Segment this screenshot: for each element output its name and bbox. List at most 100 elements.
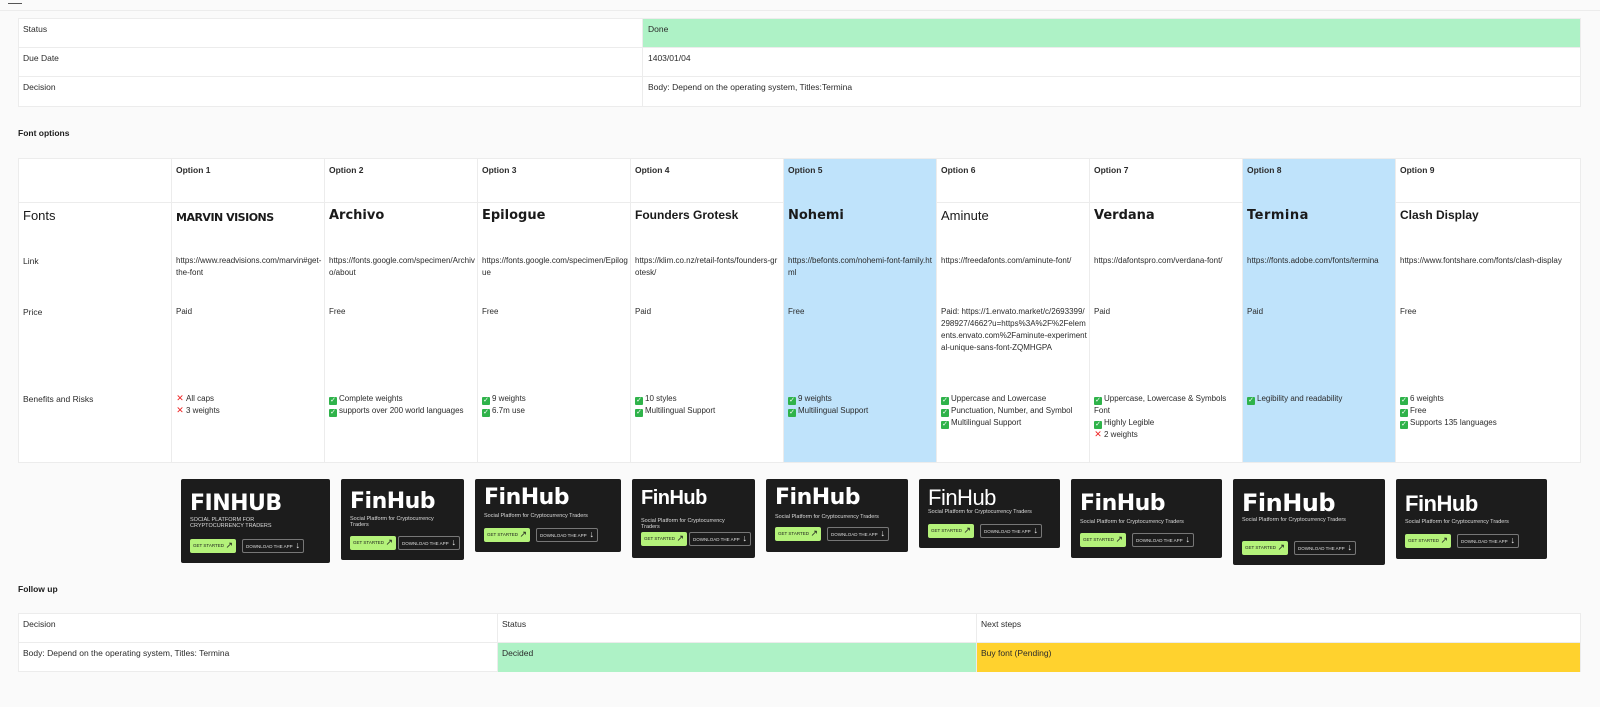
benefit-text: 3 weights bbox=[186, 406, 220, 415]
preview-logo: FinHub bbox=[484, 485, 570, 510]
preview-subtitle: Social Platform for Cryptocurrency Trade… bbox=[1405, 519, 1509, 525]
font-link[interactable]: https://klim.co.nz/retail-fonts/founders… bbox=[635, 255, 781, 279]
font-link[interactable]: https://fonts.google.com/specimen/Archiv… bbox=[329, 255, 475, 279]
preview-subtitle: Social Platform for Cryptocurrency Trade… bbox=[484, 513, 588, 519]
arrow-up-right-icon: ↗ bbox=[1277, 542, 1285, 552]
download-app-button[interactable]: DOWNLOAD THE APP ↓ bbox=[1294, 541, 1356, 555]
download-app-label: DOWNLOAD THE APP bbox=[402, 541, 449, 546]
font-name: Archivo bbox=[329, 208, 385, 223]
check-icon: ✓ bbox=[329, 397, 337, 405]
check-icon: ✓ bbox=[941, 409, 949, 417]
preview-logo: FinHub bbox=[928, 485, 996, 510]
option-header: Option 1 bbox=[172, 159, 324, 203]
empty-header bbox=[19, 159, 171, 203]
price-row-label: Price bbox=[23, 307, 43, 317]
follow-up-status[interactable]: Decided bbox=[498, 643, 977, 672]
link-row-label: Link bbox=[23, 256, 39, 266]
benefit-item: ✓ Highly Legible bbox=[1094, 417, 1240, 429]
download-app-button[interactable]: DOWNLOAD THE APP ↓ bbox=[689, 532, 751, 546]
get-started-button[interactable]: GET STARTED ↗ bbox=[1405, 534, 1451, 548]
font-option-column-2: Option 2 Archivo https://fonts.google.com/… bbox=[325, 159, 478, 462]
benefit-text: Multilingual Support bbox=[645, 406, 716, 415]
preview-subtitle: Social Platform for Cryptocurrency Trade… bbox=[641, 518, 725, 530]
download-app-label: DOWNLOAD THE APP bbox=[1461, 539, 1508, 544]
preview-subtitle: Social Platform for Cryptocurrency Trade… bbox=[1080, 519, 1184, 525]
preview-card-1: FINHUB SOCIAL PLATFORM FOR CRYPTOCURRENCY… bbox=[181, 479, 330, 563]
header-decision: Decision bbox=[19, 614, 498, 642]
check-icon: ✓ bbox=[329, 409, 337, 417]
download-app-button[interactable]: DOWNLOAD THE APP ↓ bbox=[1457, 534, 1519, 548]
download-app-label: DOWNLOAD THE APP bbox=[984, 529, 1031, 534]
download-app-button[interactable]: DOWNLOAD THE APP ↓ bbox=[242, 539, 304, 553]
check-icon: ✓ bbox=[941, 421, 949, 429]
benefit-text: Uppercase, Lowercase & Symbols Font bbox=[1094, 394, 1227, 415]
font-price: Paid bbox=[176, 307, 193, 316]
top-marker bbox=[8, 3, 22, 4]
font-link[interactable]: https://fonts.adobe.com/fonts/termina bbox=[1247, 255, 1393, 267]
download-app-button[interactable]: DOWNLOAD THE APP ↓ bbox=[536, 528, 598, 542]
status-cell[interactable]: Done bbox=[643, 19, 1580, 47]
font-link[interactable]: https://fonts.google.com/specimen/Epilog… bbox=[482, 255, 628, 279]
download-app-button[interactable]: DOWNLOAD THE APP ↓ bbox=[980, 524, 1042, 538]
benefit-text: Multilingual Support bbox=[798, 406, 869, 415]
preview-card-3: FinHub Social Platform for Cryptocurrency… bbox=[475, 479, 621, 552]
get-started-label: GET STARTED bbox=[193, 543, 225, 548]
benefit-text: Supports 135 languages bbox=[1410, 418, 1497, 427]
follow-up-decision[interactable]: Body: Depend on the operating system, Ti… bbox=[19, 643, 498, 672]
summary-row-status: Status Done bbox=[19, 19, 1580, 48]
get-started-label: GET STARTED bbox=[353, 540, 385, 545]
arrow-down-icon: ↓ bbox=[1033, 525, 1039, 535]
benefit-item: ✓ 9 weights bbox=[788, 393, 934, 405]
benefit-text: 6 weights bbox=[1410, 394, 1444, 403]
check-icon: ✓ bbox=[482, 397, 490, 405]
check-icon: ✓ bbox=[1400, 421, 1408, 429]
benefit-item: ✓ 6.7m use bbox=[482, 405, 628, 417]
get-started-button[interactable]: GET STARTED ↗ bbox=[350, 536, 396, 550]
benefit-item: ✓ 6 weights bbox=[1400, 393, 1578, 405]
download-app-button[interactable]: DOWNLOAD THE APP ↓ bbox=[398, 536, 460, 550]
due-date-cell[interactable]: 1403/01/04 bbox=[643, 48, 1580, 76]
benefits-list: ✓ Uppercase and Lowercase ✓ Punctuation, Nu… bbox=[941, 393, 1087, 429]
font-option-column-1: Option 1 MARVIN VISIONS https://www.readvi… bbox=[172, 159, 325, 462]
benefit-text: 10 styles bbox=[645, 394, 677, 403]
font-link[interactable]: https://www.fontshare.com/fonts/clash-di… bbox=[1400, 255, 1578, 267]
download-app-label: DOWNLOAD THE APP bbox=[1298, 546, 1345, 551]
arrow-down-icon: ↓ bbox=[1185, 534, 1191, 544]
get-started-button[interactable]: GET STARTED ↗ bbox=[190, 539, 236, 553]
follow-up-next-steps[interactable]: Buy font (Pending) bbox=[977, 643, 1580, 672]
font-option-column-4: Option 4 Founders Grotesk https://klim.co.… bbox=[631, 159, 784, 462]
download-app-button[interactable]: DOWNLOAD THE APP ↓ bbox=[1132, 533, 1194, 547]
preview-subtitle: Social Platform for Cryptocurrency Trade… bbox=[928, 509, 1032, 515]
benefit-text: 2 weights bbox=[1104, 430, 1138, 439]
font-price: Free bbox=[788, 307, 805, 316]
download-app-label: DOWNLOAD THE APP bbox=[1136, 538, 1183, 543]
font-link[interactable]: https://befonts.com/nohemi-font-family.h… bbox=[788, 255, 934, 279]
font-link[interactable]: https://dafontspro.com/verdana-font/ bbox=[1094, 255, 1240, 267]
get-started-button[interactable]: GET STARTED ↗ bbox=[641, 532, 687, 546]
get-started-button[interactable]: GET STARTED ↗ bbox=[928, 524, 974, 538]
get-started-button[interactable]: GET STARTED ↗ bbox=[775, 527, 821, 541]
summary-label: Due Date bbox=[19, 48, 643, 76]
download-app-button[interactable]: DOWNLOAD THE APP ↓ bbox=[827, 527, 889, 541]
benefit-item: ✕ 2 weights bbox=[1094, 429, 1240, 441]
get-started-button[interactable]: GET STARTED ↗ bbox=[1242, 541, 1288, 555]
cross-icon: ✕ bbox=[176, 405, 184, 415]
top-divider bbox=[0, 10, 1600, 11]
font-name: Epilogue bbox=[482, 208, 546, 223]
get-started-label: GET STARTED bbox=[1245, 545, 1277, 550]
preview-subtitle: Social Platform for Cryptocurrency Trade… bbox=[350, 516, 434, 528]
preview-card-5: FinHub Social Platform for Cryptocurrency… bbox=[766, 479, 908, 552]
font-options-table: Fonts Link Price Benefits and Risks Opti… bbox=[18, 158, 1581, 463]
arrow-down-icon: ↓ bbox=[295, 540, 301, 550]
get-started-button[interactable]: GET STARTED ↗ bbox=[484, 528, 530, 542]
preview-subtitle: Social Platform for Cryptocurrency Trade… bbox=[775, 514, 879, 520]
get-started-button[interactable]: GET STARTED ↗ bbox=[1080, 533, 1126, 547]
decision-cell[interactable]: Body: Depend on the operating system, Ti… bbox=[643, 77, 1580, 106]
benefit-item: ✓ supports over 200 world languages bbox=[329, 405, 475, 417]
arrow-down-icon: ↓ bbox=[742, 533, 748, 543]
font-link[interactable]: https://www.readvisions.com/marvin#get-t… bbox=[176, 255, 322, 279]
check-icon: ✓ bbox=[1247, 397, 1255, 405]
benefits-list: ✓ 9 weights ✓ 6.7m use bbox=[482, 393, 628, 417]
font-link[interactable]: https://freedafonts.com/aminute-font/ bbox=[941, 255, 1087, 267]
font-option-column-6: Option 6 Aminute https://freedafonts.com/a… bbox=[937, 159, 1090, 462]
